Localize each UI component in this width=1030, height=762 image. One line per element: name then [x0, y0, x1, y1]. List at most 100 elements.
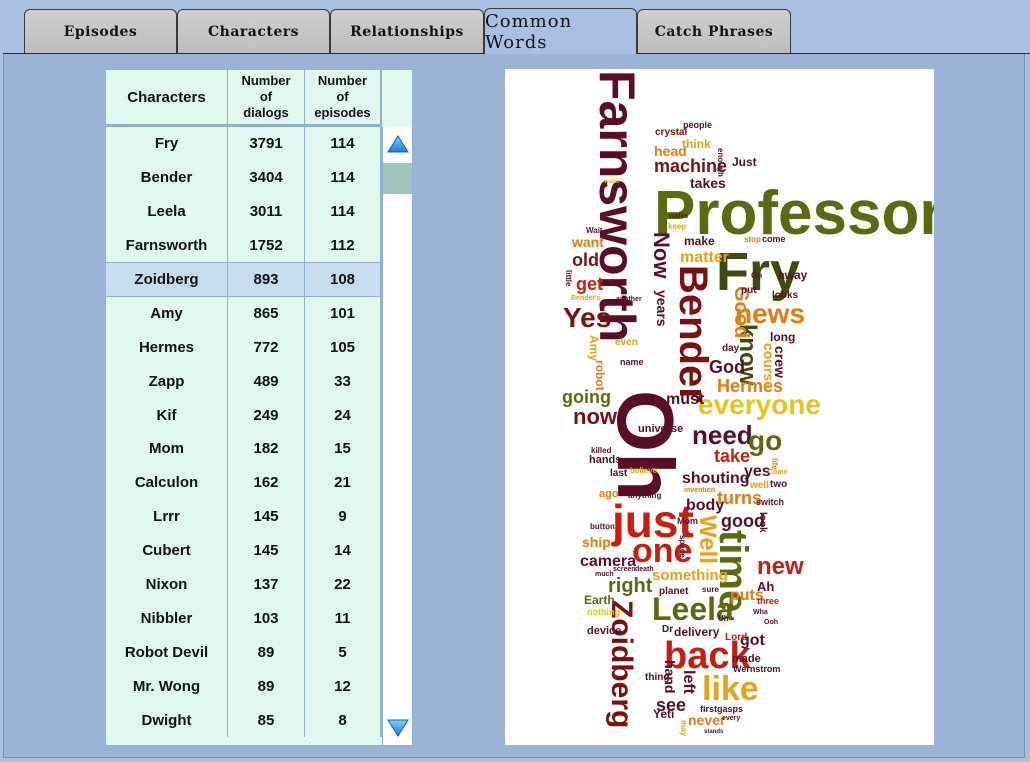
table-row[interactable]: Fry 3791 114	[106, 127, 382, 161]
cloud-word: little	[564, 270, 573, 287]
cloud-word: death	[635, 566, 654, 573]
cloud-word: stands	[704, 729, 724, 735]
cloud-word: old	[572, 250, 599, 270]
cell-dialogs: 145	[228, 499, 305, 534]
cloud-word: hands	[589, 454, 621, 466]
cloud-word: well	[749, 480, 769, 491]
table-row[interactable]: Farnsworth 1752 112	[106, 228, 382, 263]
header-characters[interactable]: Characters	[106, 70, 228, 124]
table-row[interactable]: Nibbler 103 11	[106, 601, 382, 636]
header-dialogs-label: Number of dialogs	[241, 73, 290, 121]
table-row[interactable]: Nixon 137 22	[106, 567, 382, 602]
cell-character-name: Zoidberg	[106, 262, 228, 297]
cell-episodes: 11	[305, 601, 382, 636]
table-row[interactable]: Hermes 772 105	[106, 330, 382, 365]
cell-episodes: 105	[305, 330, 382, 365]
table-row[interactable]: Zapp 489 33	[106, 364, 382, 399]
cell-episodes: 22	[305, 567, 382, 602]
word-cloud-canvas: Farnsworth ProfessorBender FryOhjusttimeba…	[562, 70, 943, 737]
cloud-word: name	[620, 357, 644, 367]
cell-episodes: 112	[305, 228, 382, 263]
cloud-word: screen	[613, 566, 636, 573]
cell-episodes: 114	[305, 127, 382, 161]
cloud-word: Just	[732, 155, 757, 169]
table-row[interactable]: Bender 3404 114	[106, 160, 382, 195]
tab-episodes[interactable]: Episodes	[24, 9, 177, 53]
table-row[interactable]: Dwight 85 8	[106, 703, 382, 738]
tab-characters[interactable]: Characters	[177, 9, 330, 53]
cell-character-name: Bender	[106, 160, 228, 195]
cell-episodes: 14	[305, 533, 382, 568]
tab-catch-phrases[interactable]: Catch Phrases	[637, 9, 791, 53]
table-row[interactable]: Mom 182 15	[106, 432, 382, 466]
cloud-word: put	[741, 285, 757, 296]
cloud-word: left	[680, 670, 697, 695]
cell-episodes: 114	[305, 194, 382, 229]
cloud-word: long	[770, 330, 795, 344]
cloud-word: delivery	[674, 625, 720, 639]
cloud-word: takes	[690, 175, 726, 191]
table-row[interactable]: Kif 249 24	[106, 398, 382, 433]
cloud-word: sure	[702, 585, 719, 594]
cloud-word: may	[679, 720, 688, 737]
arrow-up-icon	[387, 135, 409, 153]
header-episodes-line2: of	[336, 89, 349, 104]
cloud-word: much	[595, 571, 614, 578]
table-row[interactable]: Robot Devil 89 5	[106, 635, 382, 670]
cloud-word: gasps	[717, 704, 743, 714]
cloud-word: two	[770, 479, 787, 490]
cell-character-name: Cubert	[106, 533, 228, 568]
cloud-word: want	[571, 234, 604, 250]
tab-relationships[interactable]: Relationships	[330, 9, 484, 53]
cloud-word: Go	[751, 271, 762, 280]
header-episodes-line1: Number	[317, 73, 368, 88]
cell-dialogs: 489	[228, 364, 305, 399]
cell-dialogs: 137	[228, 567, 305, 602]
cloud-word: last	[610, 468, 628, 479]
cell-character-name: Dwight	[106, 703, 228, 738]
cloud-word: come	[762, 234, 786, 244]
cloud-word: think	[682, 137, 711, 151]
cell-character-name: Fry	[106, 127, 228, 161]
cell-dialogs: 3791	[228, 127, 305, 161]
table-row[interactable]: Cubert 145 14	[106, 533, 382, 568]
cloud-word: enough	[716, 148, 725, 177]
scroll-thumb[interactable]	[383, 163, 412, 194]
table-row[interactable]: Mr. Wong 89 12	[106, 669, 382, 704]
header-dialogs-line3: dialogs	[243, 105, 289, 120]
table-row[interactable]: Amy 865 101	[106, 296, 382, 331]
cloud-word: every	[722, 715, 740, 722]
cell-character-name: Calculon	[106, 465, 228, 500]
cell-dialogs: 772	[228, 330, 305, 365]
cloud-word: right	[608, 575, 653, 597]
table-row[interactable]: Zoidberg 893 108	[105, 261, 383, 298]
cell-episodes: 9	[305, 499, 382, 534]
cell-dialogs: 103	[228, 601, 305, 636]
cloud-word: get	[576, 274, 603, 294]
header-dialogs[interactable]: Number of dialogs	[228, 70, 305, 124]
header-episodes-line3: episodes	[314, 105, 371, 120]
cloud-word: Mom	[677, 516, 698, 526]
cell-dialogs: 89	[228, 635, 305, 670]
cloud-word: Well	[694, 515, 721, 564]
cloud-word: never	[688, 712, 726, 728]
scroll-down-button[interactable]	[387, 717, 409, 739]
characters-table: Characters Number of dialogs Number of e…	[105, 69, 413, 746]
table-row[interactable]: Leela 3011 114	[106, 194, 382, 229]
scroll-up-button[interactable]	[387, 133, 409, 155]
arrow-down-icon	[387, 719, 409, 737]
cloud-word: body	[686, 497, 724, 514]
header-dialogs-line1: Number	[241, 73, 291, 88]
cell-dialogs: 893	[228, 262, 305, 297]
cell-character-name: Lrrr	[106, 499, 228, 534]
cloud-word: shouting	[682, 470, 750, 487]
table-row[interactable]: Lrrr 145 9	[106, 499, 382, 534]
cloud-word: must	[666, 391, 705, 408]
tab-common-words[interactable]: Common Words	[484, 8, 637, 54]
cloud-word: even	[615, 337, 638, 348]
cloud-word: thing	[645, 672, 669, 683]
header-episodes[interactable]: Number of episodes	[305, 70, 382, 124]
header-scroll-spacer	[382, 70, 412, 124]
table-row[interactable]: Calculon 162 21	[106, 465, 382, 500]
table-scrollbar[interactable]	[382, 127, 412, 745]
